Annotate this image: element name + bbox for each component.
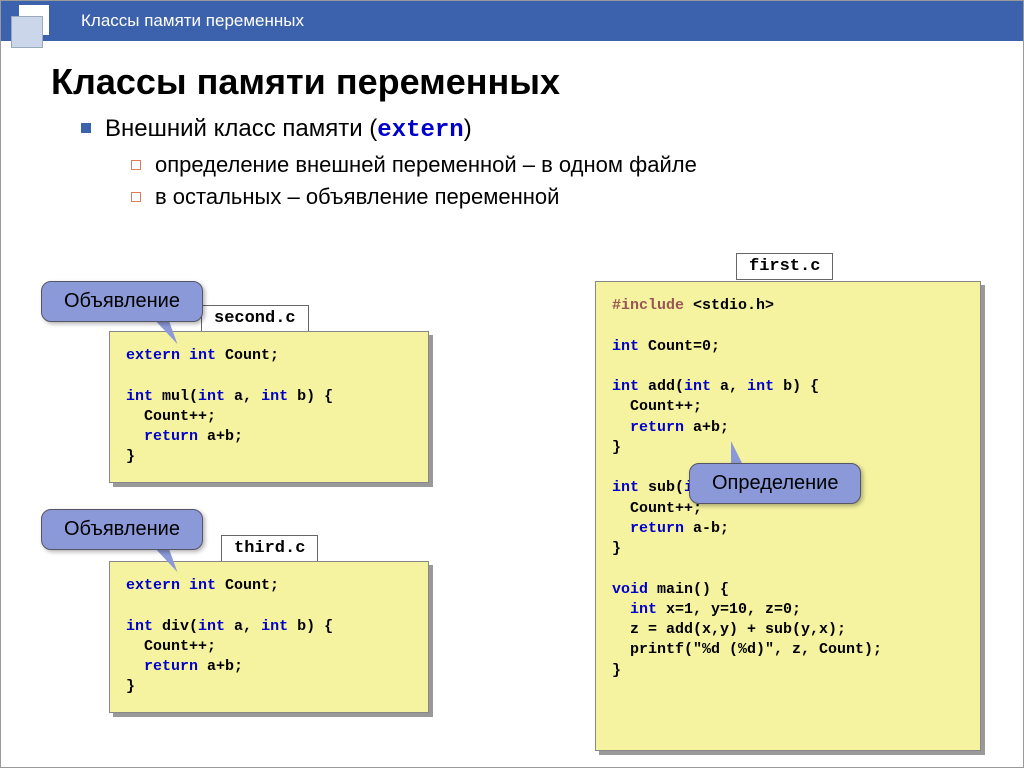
header-logo-squares bbox=[1, 1, 61, 41]
bullet-level1: Внешний класс памяти (extern) bbox=[81, 115, 973, 144]
filename-tab-first: first.c bbox=[736, 253, 833, 280]
bullet1-text-pre: Внешний класс памяти ( bbox=[105, 115, 377, 142]
page-title: Классы памяти переменных bbox=[51, 61, 973, 103]
code-panel-first: #include <stdio.h> int Count=0; int add(… bbox=[595, 281, 981, 751]
callout-declaration-2: Объявление bbox=[41, 509, 203, 550]
bullet-square-icon bbox=[81, 123, 91, 133]
keyword-extern: extern bbox=[377, 117, 463, 144]
slide-content: Классы памяти переменных Внешний класс п… bbox=[1, 41, 1023, 226]
bullet-hollow-square-icon bbox=[131, 160, 141, 170]
filename-tab-second: second.c bbox=[201, 305, 309, 332]
bullet-level2: в остальных – объявление переменной bbox=[131, 184, 973, 210]
bullet-hollow-square-icon bbox=[131, 192, 141, 202]
breadcrumb: Классы памяти переменных bbox=[81, 11, 304, 31]
callout-definition: Определение bbox=[689, 463, 861, 504]
page-number: 16 bbox=[983, 11, 1003, 32]
filename-tab-third: third.c bbox=[221, 535, 318, 562]
code-panel-third: extern int Count; int div(int a, int b) … bbox=[109, 561, 429, 713]
callout-declaration-1: Объявление bbox=[41, 281, 203, 322]
slide-header: Классы памяти переменных bbox=[1, 1, 1023, 41]
bullet2a-text: определение внешней переменной – в одном… bbox=[155, 152, 697, 178]
bullet2b-text: в остальных – объявление переменной bbox=[155, 184, 559, 210]
code-panel-second: extern int Count; int mul(int a, int b) … bbox=[109, 331, 429, 483]
bullet-level2: определение внешней переменной – в одном… bbox=[131, 152, 973, 178]
bullet1-text-post: ) bbox=[464, 115, 472, 142]
